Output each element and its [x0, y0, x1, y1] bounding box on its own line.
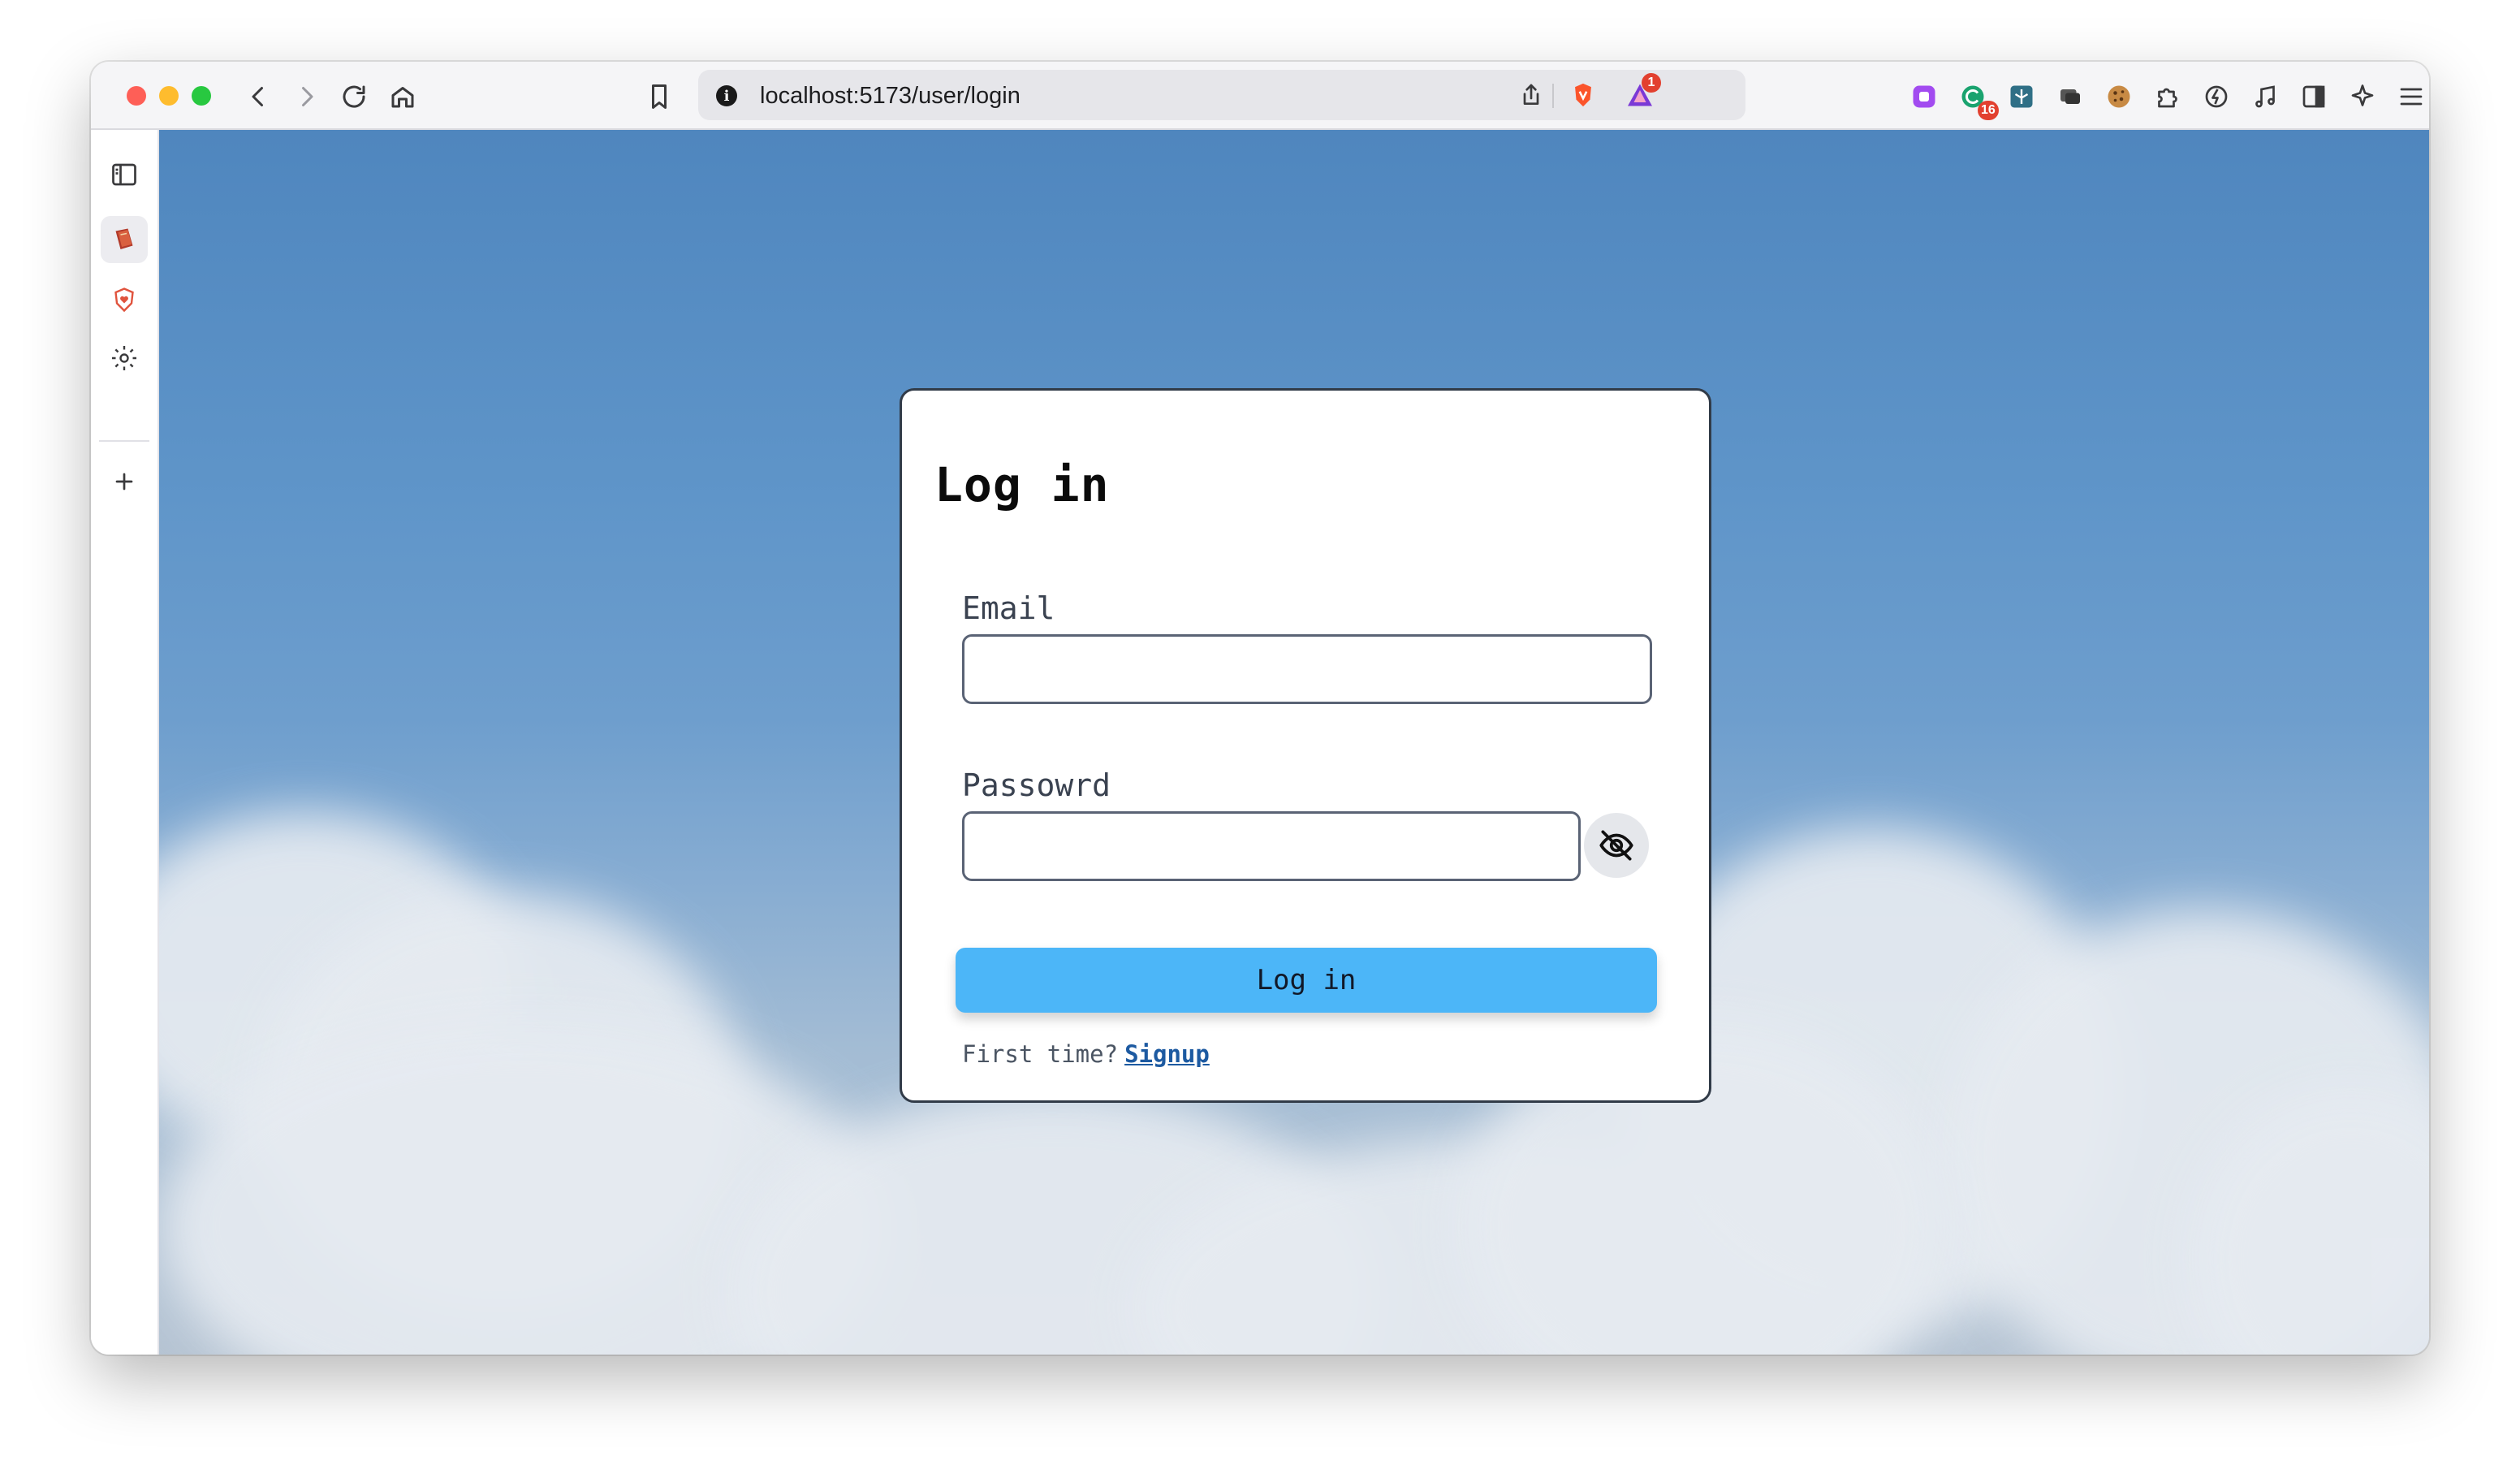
- leo-ai-icon[interactable]: [2199, 79, 2234, 115]
- browser-sidebar: [91, 130, 159, 1355]
- extension-cookie-icon[interactable]: [2101, 79, 2137, 115]
- email-field[interactable]: [962, 634, 1652, 704]
- gear-icon[interactable]: [101, 335, 148, 382]
- page-title: Log in: [934, 457, 1110, 512]
- back-icon[interactable]: [240, 79, 276, 115]
- book-icon[interactable]: [101, 216, 148, 263]
- address-bar[interactable]: i localhost:5173/user/login 1: [698, 70, 1745, 120]
- site-info-icon[interactable]: i: [716, 85, 737, 106]
- sidebar-divider: [99, 440, 149, 442]
- share-icon[interactable]: [1515, 79, 1547, 111]
- forward-icon[interactable]: [289, 79, 325, 115]
- plus-icon[interactable]: [101, 458, 148, 505]
- brave-shields-icon[interactable]: [1567, 79, 1599, 111]
- shield-heart-icon[interactable]: [101, 276, 148, 323]
- close-window-button[interactable]: [127, 86, 146, 106]
- sparkle-icon[interactable]: [2345, 79, 2380, 115]
- extension-badge: 16: [1978, 101, 1999, 120]
- signup-link[interactable]: Signup: [1124, 1040, 1210, 1068]
- extension-tree-icon[interactable]: [2004, 79, 2039, 115]
- toggle-password-visibility-button[interactable]: [1584, 813, 1649, 878]
- minimize-window-button[interactable]: [159, 86, 179, 106]
- signup-prompt: First time? Signup: [962, 1040, 1210, 1068]
- eye-off-icon: [1599, 830, 1633, 861]
- zoom-window-button[interactable]: [192, 86, 211, 106]
- sidebar-toggle-icon[interactable]: [101, 151, 148, 198]
- address-bar-divider: [1552, 84, 1554, 108]
- first-time-text: First time?: [962, 1040, 1119, 1068]
- url-text[interactable]: localhost:5173/user/login: [760, 83, 1021, 110]
- browser-window: i localhost:5173/user/login 1 16 Log in …: [91, 62, 2429, 1355]
- extension-purple-icon[interactable]: [1906, 79, 1942, 115]
- music-note-icon[interactable]: [2247, 79, 2283, 115]
- menu-icon[interactable]: [2393, 79, 2429, 115]
- reload-icon[interactable]: [336, 79, 372, 115]
- email-label: Email: [962, 590, 1055, 626]
- login-button[interactable]: Log in: [956, 948, 1657, 1013]
- page-content: Log in Email Passowrd Log in First time?…: [159, 130, 2429, 1355]
- sidebar-panel-icon[interactable]: [2296, 79, 2332, 115]
- browser-toolbar: i localhost:5173/user/login 1 16: [91, 62, 2429, 130]
- home-icon[interactable]: [385, 79, 421, 115]
- password-field[interactable]: [962, 811, 1581, 881]
- rewards-badge: 1: [1642, 73, 1661, 93]
- password-label: Passowrd: [962, 767, 1111, 803]
- extension-chat-icon[interactable]: [2052, 79, 2088, 115]
- bookmark-icon[interactable]: [641, 79, 677, 115]
- extensions-puzzle-icon[interactable]: [2150, 79, 2186, 115]
- login-card: Log in Email Passowrd Log in First time?…: [900, 388, 1711, 1103]
